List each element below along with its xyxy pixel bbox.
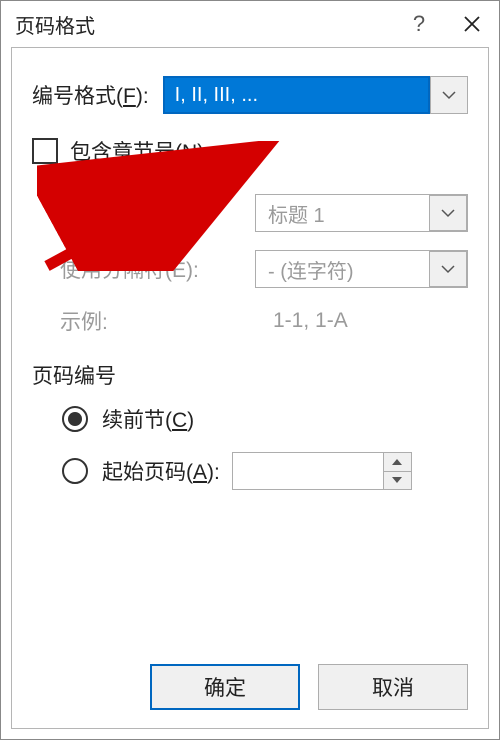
dialog-body: 编号格式(F): I, II, III, ... 包含章节号(N) 章节起始样式… (11, 47, 489, 729)
chevron-down-icon (442, 90, 456, 100)
chapter-style-value: 标题 1 (256, 195, 429, 231)
page-numbering-section-label: 页码编号 (32, 360, 468, 390)
start-at-input[interactable] (233, 453, 383, 489)
spinner-buttons (383, 453, 411, 489)
include-chapter-label: 包含章节号(N) (70, 136, 204, 166)
separator-value: - (连字符) (256, 251, 429, 287)
number-format-row: 编号格式(F): I, II, III, ... (32, 76, 468, 114)
chapter-subgroup: 章节起始样式(P) 标题 1 使用分隔符(E): - (连字符) (32, 194, 468, 336)
separator-row: 使用分隔符(E): - (连字符) (60, 250, 468, 288)
example-row: 示例: 1-1, 1-A (60, 306, 468, 336)
example-value: 1-1, 1-A (255, 309, 348, 333)
chapter-style-label: 章节起始样式(P) (60, 198, 255, 228)
separator-select[interactable]: - (连字符) (255, 250, 468, 288)
start-at-radio[interactable] (62, 458, 88, 484)
triangle-down-icon (392, 477, 402, 483)
dialog-footer: 确定 取消 (150, 664, 468, 710)
cancel-button[interactable]: 取消 (318, 664, 468, 710)
include-chapter-row: 包含章节号(N) (32, 136, 468, 166)
close-button[interactable] (444, 1, 499, 47)
number-format-label: 编号格式(F): (32, 80, 149, 110)
chevron-down-icon (441, 208, 455, 218)
close-icon (463, 15, 481, 33)
spinner-down-button[interactable] (384, 472, 411, 490)
start-at-label: 起始页码(A): (102, 456, 220, 486)
number-format-value: I, II, III, ... (163, 76, 430, 114)
help-button[interactable]: ? (394, 11, 444, 37)
chapter-style-dropdown-button[interactable] (429, 195, 467, 231)
separator-dropdown-button[interactable] (429, 251, 467, 287)
start-at-spinner[interactable] (232, 452, 412, 490)
chevron-down-icon (441, 264, 455, 274)
ok-button[interactable]: 确定 (150, 664, 300, 710)
continue-previous-label: 续前节(C) (102, 404, 194, 434)
start-at-row: 起始页码(A): (62, 452, 468, 490)
continue-previous-radio[interactable] (62, 406, 88, 432)
separator-label: 使用分隔符(E): (60, 254, 255, 284)
spinner-up-button[interactable] (384, 453, 411, 472)
triangle-up-icon (392, 459, 402, 465)
continue-previous-row: 续前节(C) (62, 404, 468, 434)
number-format-select[interactable]: I, II, III, ... (163, 76, 468, 114)
chapter-style-select[interactable]: 标题 1 (255, 194, 468, 232)
include-chapter-checkbox[interactable] (32, 138, 58, 164)
chapter-style-row: 章节起始样式(P) 标题 1 (60, 194, 468, 232)
titlebar: 页码格式 ? (1, 1, 499, 47)
dialog-title: 页码格式 (15, 10, 394, 39)
number-format-dropdown-button[interactable] (430, 76, 468, 114)
page-numbering-radio-group: 续前节(C) 起始页码(A): (32, 404, 468, 490)
page-number-format-dialog: 页码格式 ? 编号格式(F): I, II, III, ... 包含章节号(N) (0, 0, 500, 740)
example-label: 示例: (60, 306, 255, 336)
